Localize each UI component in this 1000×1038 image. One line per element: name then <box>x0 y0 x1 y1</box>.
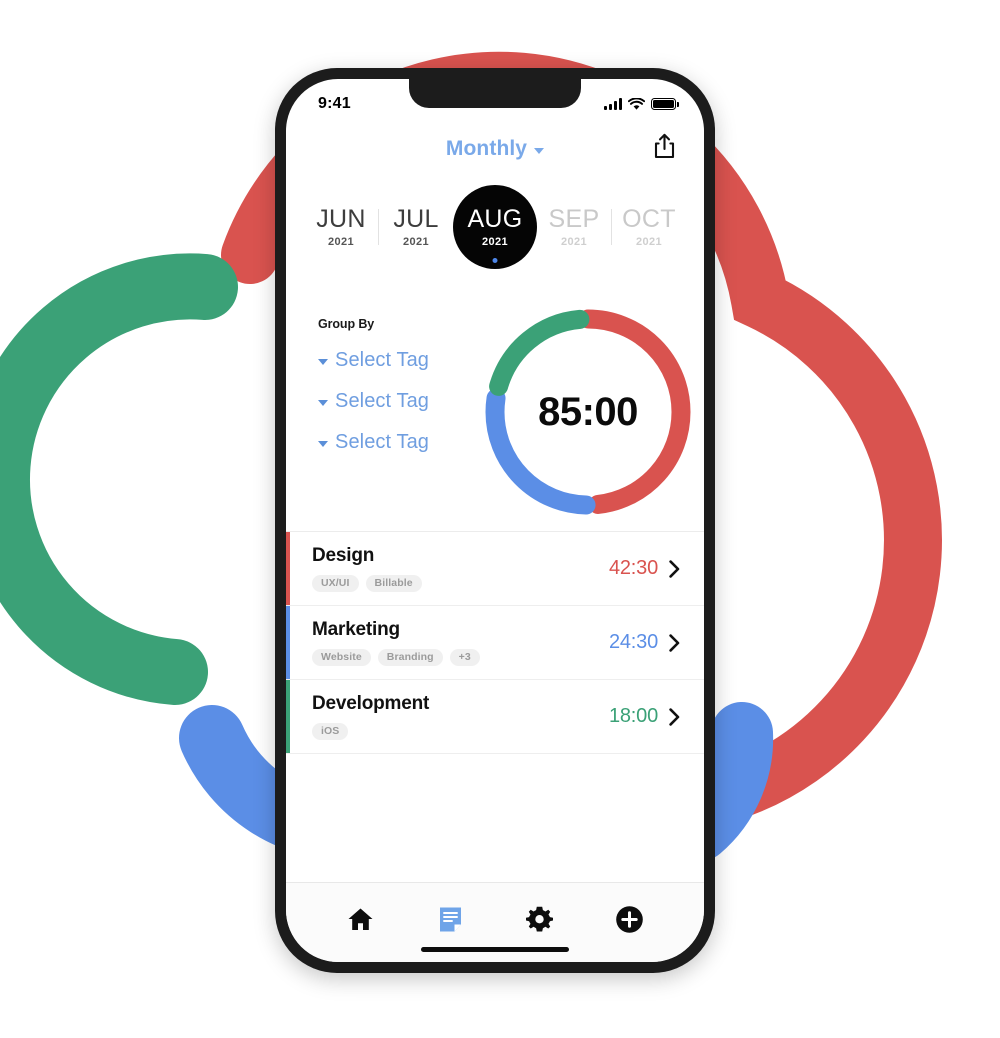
signal-bars-icon <box>604 98 622 110</box>
gear-icon <box>526 906 554 932</box>
row-right: 42:30 <box>609 557 680 580</box>
share-button[interactable] <box>653 133 676 165</box>
tab-home[interactable] <box>336 898 386 942</box>
plus-circle-icon <box>615 906 643 933</box>
period-selector[interactable]: Monthly <box>445 137 545 161</box>
month-item-oct[interactable]: OCT 2021 <box>612 185 686 269</box>
row-title: Marketing <box>312 618 400 640</box>
summary-section: Group By Select Tag Select Tag Select Ta… <box>286 279 704 531</box>
entries-list: Design UX/UI Billable 42:30 Marketing We… <box>286 531 704 882</box>
tag-pill[interactable]: Branding <box>377 648 443 667</box>
month-year: 2021 <box>560 236 588 249</box>
select-tag-dropdown-2[interactable]: Select Tag <box>318 390 472 413</box>
chevron-right-icon[interactable] <box>669 559 680 578</box>
month-year: 2021 <box>635 236 663 249</box>
donut-chart-container: 85:00 <box>472 303 704 531</box>
status-bar-time: 9:41 <box>318 95 351 112</box>
caret-down-icon <box>318 359 328 365</box>
tag-pill[interactable]: iOS <box>312 722 349 741</box>
tab-add[interactable] <box>604 898 654 942</box>
device-notch <box>409 79 581 108</box>
table-row[interactable]: Development iOS 18:00 <box>286 680 704 754</box>
select-tag-label: Select Tag <box>335 390 430 412</box>
month-name: OCT <box>622 204 676 233</box>
screen-header: Monthly <box>286 123 704 175</box>
month-item-jul[interactable]: JUL 2021 <box>379 185 453 269</box>
month-name: JUN <box>316 204 366 233</box>
home-indicator <box>421 947 569 952</box>
month-year: 2021 <box>327 236 355 249</box>
row-right: 18:00 <box>609 705 680 728</box>
chevron-right-icon[interactable] <box>669 633 680 652</box>
month-item-aug-selected[interactable]: AUG 2021 <box>453 185 537 269</box>
month-year: 2021 <box>402 236 430 249</box>
donut-chart: 85:00 <box>479 303 697 521</box>
group-by-panel: Group By Select Tag Select Tag Select Ta… <box>286 303 472 531</box>
wifi-icon <box>628 97 645 110</box>
chevron-right-icon[interactable] <box>669 707 680 726</box>
donut-center-total: 85:00 <box>538 389 638 434</box>
row-title: Development <box>312 692 430 714</box>
share-icon <box>654 133 675 159</box>
row-accent-bar <box>286 532 290 605</box>
select-tag-label: Select Tag <box>335 349 430 371</box>
phone-screen: 9:41 Monthly JUN 2021 JUL 2021 AUG 2021 … <box>286 79 704 962</box>
month-year: 2021 <box>481 236 509 249</box>
row-duration: 24:30 <box>608 631 658 653</box>
screenshot-canvas: 9:41 Monthly JUN 2021 JUL 2021 AUG 2021 … <box>0 0 1000 1038</box>
row-content: Design UX/UI Billable <box>312 545 609 593</box>
tag-pill[interactable]: Billable <box>365 574 422 593</box>
row-accent-bar <box>286 680 290 753</box>
selected-month-dot <box>492 258 498 263</box>
caret-down-icon <box>318 400 328 406</box>
month-item-jun[interactable]: JUN 2021 <box>304 185 378 269</box>
tag-pill[interactable]: Website <box>312 648 371 667</box>
phone-device-frame: 9:41 Monthly JUN 2021 JUL 2021 AUG 2021 … <box>275 68 715 973</box>
green-arc-shape <box>0 253 238 705</box>
select-tag-label: Select Tag <box>335 431 430 453</box>
tag-pill-overflow[interactable]: +3 <box>449 648 480 667</box>
month-item-sep[interactable]: SEP 2021 <box>537 185 611 269</box>
status-bar-icons <box>604 97 679 111</box>
tab-settings[interactable] <box>515 898 565 942</box>
month-name: AUG <box>467 204 523 233</box>
row-tags: Website Branding +3 <box>312 648 609 667</box>
month-name: SEP <box>548 204 600 233</box>
chevron-down-icon <box>534 147 545 154</box>
tab-reports[interactable] <box>425 898 475 942</box>
table-row[interactable]: Design UX/UI Billable 42:30 <box>286 532 704 606</box>
table-row[interactable]: Marketing Website Branding +3 24:30 <box>286 606 704 680</box>
row-title: Design <box>312 544 375 566</box>
row-content: Development iOS <box>312 693 609 741</box>
row-tags: UX/UI Billable <box>312 574 609 593</box>
report-document-icon <box>439 907 461 932</box>
list-empty-space <box>286 754 704 882</box>
row-duration: 42:30 <box>608 557 658 579</box>
select-tag-dropdown-3[interactable]: Select Tag <box>318 431 472 454</box>
month-selector[interactable]: JUN 2021 JUL 2021 AUG 2021 SEP 2021 OCT … <box>286 175 704 279</box>
caret-down-icon <box>318 441 328 447</box>
row-duration: 18:00 <box>608 705 658 727</box>
month-name: JUL <box>393 204 439 233</box>
home-icon <box>348 908 373 930</box>
bottom-tab-bar <box>286 882 704 962</box>
select-tag-dropdown-1[interactable]: Select Tag <box>318 349 472 372</box>
row-tags: iOS <box>312 722 609 741</box>
row-accent-bar <box>286 606 290 679</box>
row-right: 24:30 <box>609 631 680 654</box>
battery-full-icon <box>651 98 679 110</box>
row-content: Marketing Website Branding +3 <box>312 619 609 667</box>
group-by-title: Group By <box>318 317 375 331</box>
tag-pill[interactable]: UX/UI <box>312 574 359 593</box>
period-selector-label: Monthly <box>445 137 528 160</box>
